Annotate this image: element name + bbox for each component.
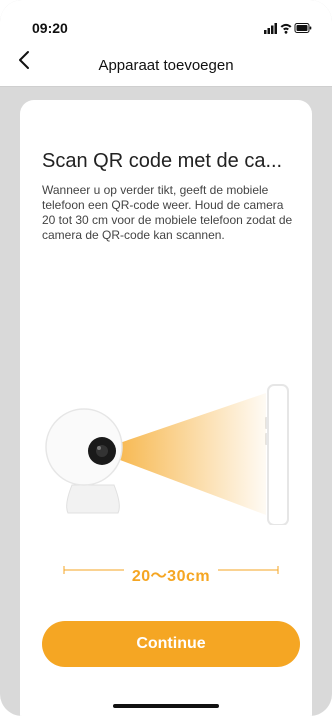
wifi-icon (280, 23, 292, 34)
card-description: Wanneer u op verder tikt, geeft de mobie… (42, 183, 293, 242)
continue-button[interactable]: Continue (42, 621, 300, 667)
camera-icon (45, 408, 123, 514)
battery-icon (294, 23, 312, 33)
card-title: Scan QR code met de ca... (42, 150, 283, 172)
camera-scan-illustration (45, 384, 289, 525)
top-bar: 09:20 Apparaat toevoegen (0, 0, 332, 87)
status-icons (264, 23, 312, 34)
phone-outline-icon (265, 384, 289, 525)
distance-indicator: 20～30cm (60, 554, 282, 586)
home-indicator (113, 704, 219, 708)
page-title: Apparaat toevoegen (98, 57, 234, 74)
status-time: 09:20 (32, 20, 68, 36)
instruction-card: Scan QR code met de ca... Wanneer u op v… (20, 100, 312, 716)
distance-label: 20～30cm (131, 568, 211, 585)
phone-screen: 09:20 Apparaat toevoegen Scan QR code me… (0, 0, 332, 716)
signal-icon (264, 23, 277, 34)
